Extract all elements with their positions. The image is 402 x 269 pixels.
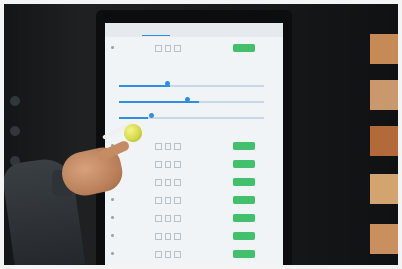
list-item — [111, 141, 271, 153]
plus-icon[interactable] — [174, 197, 182, 204]
kiosk-screen — [105, 23, 283, 269]
background-panel — [370, 174, 400, 204]
quantity-stepper[interactable] — [155, 161, 182, 168]
slider-track[interactable] — [119, 117, 264, 119]
value-box — [164, 143, 172, 150]
value-box — [164, 215, 172, 222]
quantity-stepper[interactable] — [155, 143, 182, 150]
background-panel — [370, 126, 400, 156]
minus-icon[interactable] — [155, 197, 162, 204]
tab-indicator — [142, 35, 170, 36]
minus-icon[interactable] — [155, 179, 162, 186]
slider-knob[interactable] — [165, 81, 170, 86]
status-dot-icon — [111, 198, 114, 201]
list-item — [111, 195, 271, 207]
plus-icon[interactable] — [174, 161, 182, 168]
slider-knob[interactable] — [149, 113, 154, 118]
value-box — [164, 251, 172, 258]
background-panel — [370, 34, 400, 64]
list-item — [111, 43, 271, 55]
quantity-stepper[interactable] — [155, 215, 182, 222]
plus-icon[interactable] — [174, 215, 182, 222]
add-button[interactable] — [233, 44, 255, 52]
quantity-stepper[interactable] — [155, 197, 182, 204]
add-button[interactable] — [233, 232, 255, 240]
decorative-lamp — [10, 126, 20, 136]
list-item — [111, 213, 271, 225]
add-button[interactable] — [233, 214, 255, 222]
decorative-lamp — [10, 96, 20, 106]
minus-icon[interactable] — [155, 161, 162, 168]
add-button[interactable] — [233, 142, 255, 150]
minus-icon[interactable] — [155, 45, 162, 52]
slider-fill — [119, 117, 148, 119]
value-box — [164, 179, 172, 186]
background-panel — [370, 224, 400, 254]
value-box — [164, 233, 172, 240]
status-dot-icon — [111, 46, 114, 49]
slider-fill — [119, 85, 170, 87]
value-box — [164, 197, 172, 204]
quantity-stepper[interactable] — [155, 233, 182, 240]
screen-tabs — [105, 23, 283, 37]
plus-icon[interactable] — [174, 233, 182, 240]
slider-track[interactable] — [119, 85, 264, 87]
minus-icon[interactable] — [155, 215, 162, 222]
add-button[interactable] — [233, 250, 255, 258]
status-dot-icon — [111, 216, 114, 219]
add-button[interactable] — [233, 160, 255, 168]
quantity-stepper[interactable] — [155, 251, 182, 258]
plus-icon[interactable] — [174, 45, 182, 52]
minus-icon[interactable] — [155, 233, 162, 240]
value-box — [164, 161, 172, 168]
plus-icon[interactable] — [174, 251, 182, 258]
add-button[interactable] — [233, 196, 255, 204]
photo-frame — [0, 0, 402, 269]
add-button[interactable] — [233, 178, 255, 186]
plus-icon[interactable] — [174, 143, 182, 150]
value-box — [164, 45, 172, 52]
quantity-stepper[interactable] — [155, 45, 182, 52]
stylus-ball — [124, 124, 142, 142]
list-item — [111, 159, 271, 171]
background-shelves — [370, 34, 400, 259]
slider-knob[interactable] — [185, 97, 190, 102]
plus-icon[interactable] — [174, 179, 182, 186]
list-item — [111, 177, 271, 189]
list-item — [111, 231, 271, 243]
background-panel — [370, 80, 400, 110]
minus-icon[interactable] — [155, 143, 162, 150]
status-dot-icon — [111, 234, 114, 237]
status-dot-icon — [111, 252, 114, 255]
list-item — [111, 249, 271, 261]
slider-track[interactable] — [119, 101, 264, 103]
quantity-stepper[interactable] — [155, 179, 182, 186]
minus-icon[interactable] — [155, 251, 162, 258]
